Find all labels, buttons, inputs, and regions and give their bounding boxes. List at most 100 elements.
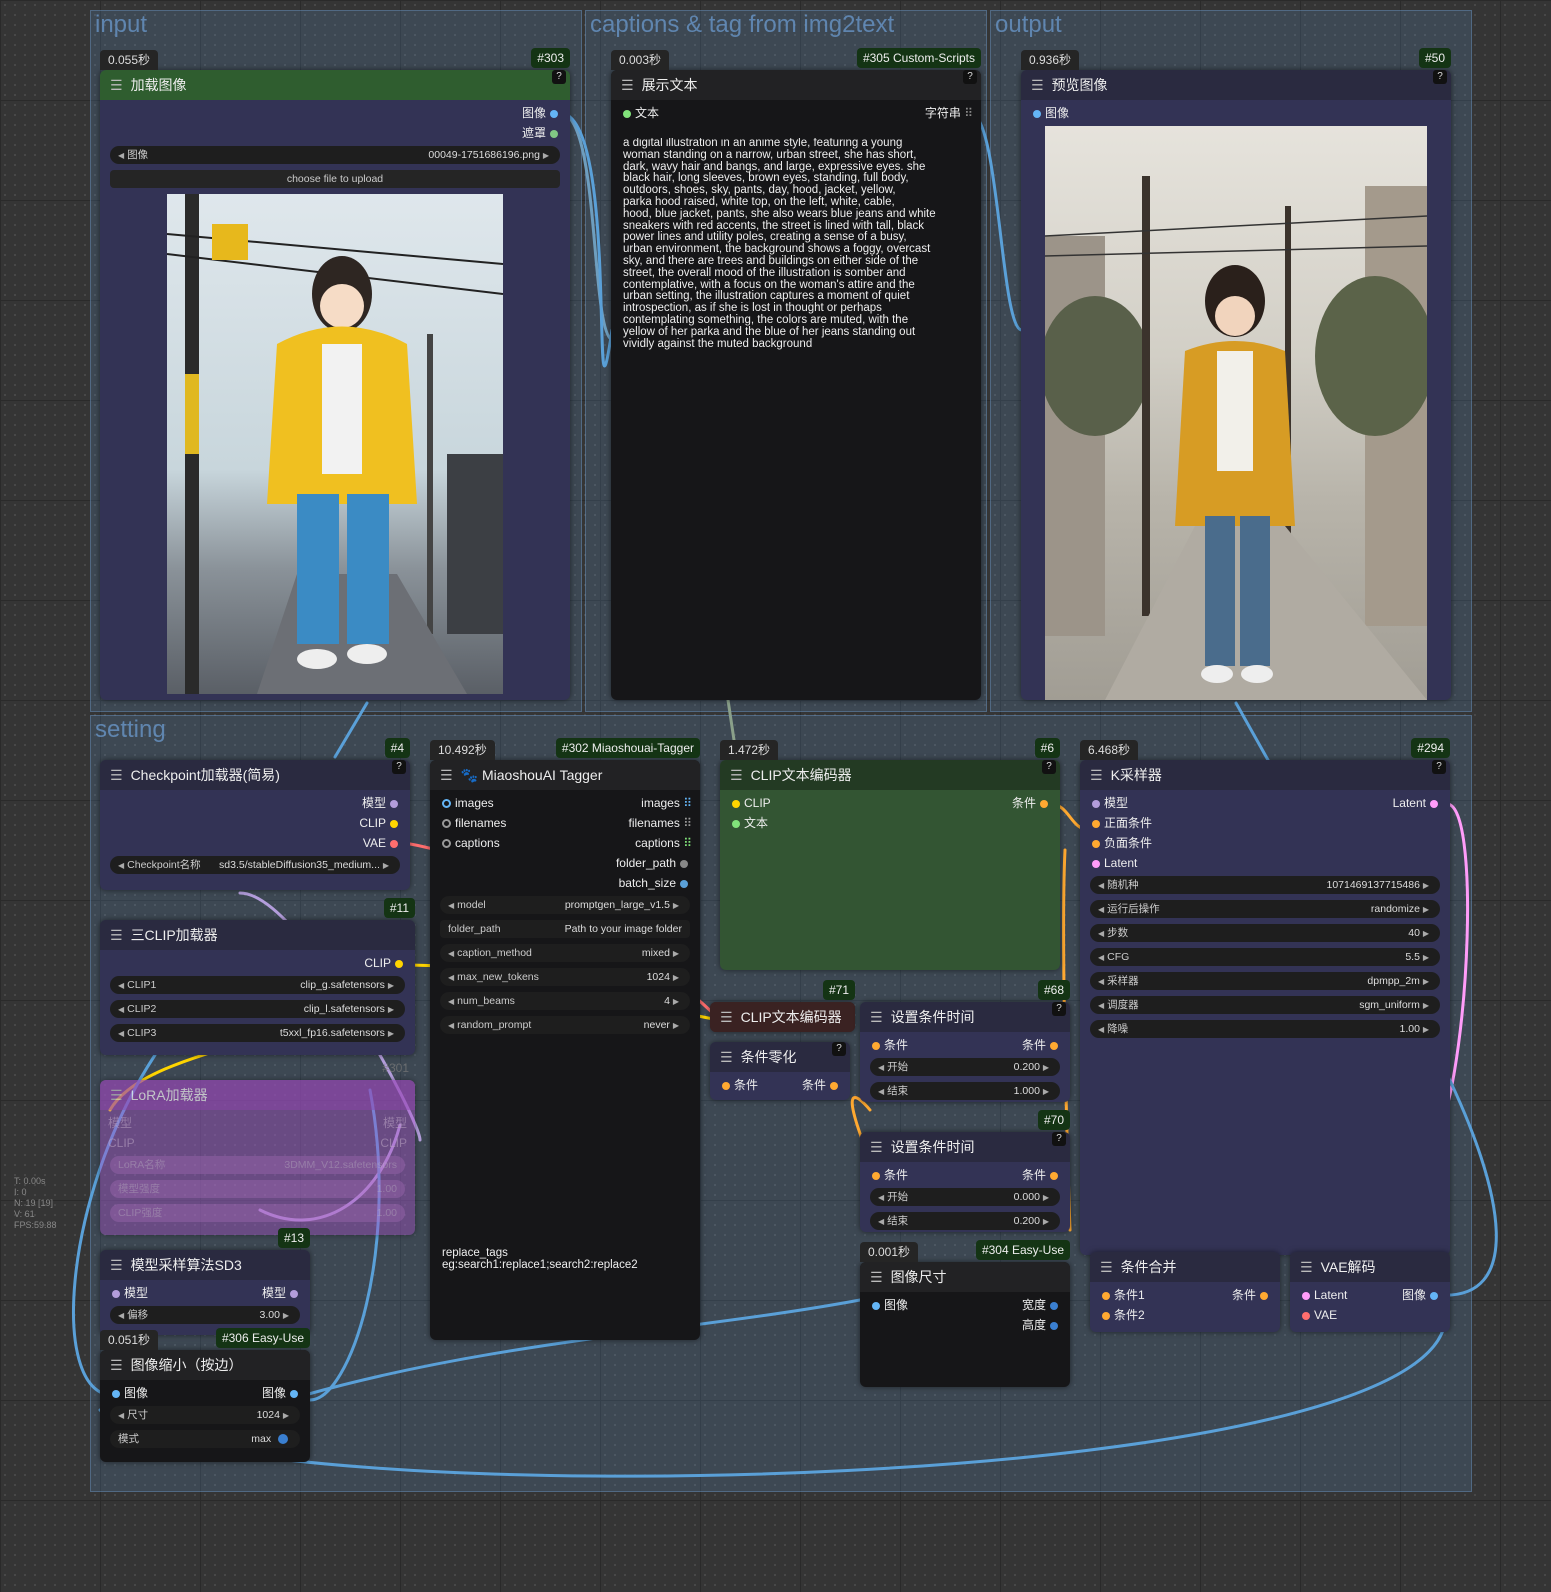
model-select[interactable]: ◀ model promptgen_large_v1.5 ▶ — [440, 896, 690, 914]
cfg-input[interactable]: ◀ CFG 5.5 ▶ — [1090, 948, 1440, 966]
question-icon[interactable]: ? — [1432, 760, 1446, 774]
end-input[interactable]: ◀ 结束 1.000 ▶ — [870, 1082, 1060, 1100]
hamburger-icon[interactable]: ☰ — [621, 77, 634, 94]
input-latent[interactable]: Latent — [1298, 1286, 1347, 1304]
model-strength-input[interactable]: 模型强度 1.00 — [110, 1180, 405, 1198]
input-text[interactable]: 文本 — [619, 104, 659, 122]
clip-text-encode-collapsed-node[interactable]: #71 ☰ CLIP文本编码器 — [710, 980, 855, 1032]
hamburger-icon[interactable]: ☰ — [1300, 1259, 1313, 1276]
hamburger-icon[interactable]: ☰ — [110, 1257, 123, 1274]
hamburger-icon[interactable]: ☰ — [110, 77, 123, 94]
output-width[interactable]: 宽度 — [1022, 1296, 1062, 1314]
input-image[interactable]: 图像 — [108, 1384, 148, 1402]
input-latent[interactable]: Latent — [1088, 854, 1137, 872]
lora-loader-node-bypassed[interactable]: #301 ☰ LoRA加载器 模型 CLIP 模型 CLIP LoRA名称 3DM… — [100, 1061, 415, 1235]
node-header[interactable]: ☰ K采样器 — [1080, 760, 1450, 790]
input-negative[interactable]: 负面条件 — [1088, 834, 1152, 852]
question-icon[interactable]: ? — [552, 70, 566, 84]
steps-input[interactable]: ◀ 步数 40 ▶ — [1090, 924, 1440, 942]
node-header[interactable]: ☰ 图像尺寸 — [860, 1262, 1070, 1292]
conditioning-combine-node[interactable]: ☰ 条件合并 条件1 条件2 条件 — [1090, 1252, 1280, 1332]
hamburger-icon[interactable]: ☰ — [870, 1269, 883, 1286]
replace-tags-input[interactable]: replace_tags eg:search1:replace1;search2… — [442, 1248, 692, 1288]
output-image[interactable]: 图像 — [262, 1384, 302, 1402]
input-captions[interactable]: captions — [438, 834, 500, 852]
input-model[interactable]: 模型 — [108, 1284, 148, 1302]
input-text[interactable]: 文本 — [728, 814, 768, 832]
scheduler-select[interactable]: ◀ 调度器 sgm_uniform ▶ — [1090, 996, 1440, 1014]
node-header[interactable]: ☰ CLIP文本编码器 — [710, 1002, 855, 1032]
question-icon[interactable]: ? — [963, 70, 977, 84]
lora-name-select[interactable]: LoRA名称 3DMM_V12.safetensors — [110, 1156, 405, 1174]
size-input[interactable]: ◀ 尺寸 1024 ▶ — [110, 1406, 300, 1424]
node-header[interactable]: ☰ 预览图像 — [1021, 70, 1451, 100]
vae-decode-node[interactable]: ☰ VAE解码 Latent VAE 图像 — [1290, 1252, 1450, 1332]
output-clip[interactable]: CLIP — [359, 814, 402, 832]
node-header[interactable]: ☰ CLIP文本编码器 — [720, 760, 1060, 790]
input-clip[interactable]: CLIP — [728, 794, 771, 812]
input-clip[interactable]: CLIP — [108, 1134, 135, 1152]
output-image[interactable]: 图像 — [1402, 1286, 1442, 1304]
control-after-generate-select[interactable]: ◀ 运行后操作 randomize ▶ — [1090, 900, 1440, 918]
input-model[interactable]: 模型 — [1088, 794, 1128, 812]
miaoshouai-tagger-node[interactable]: 10.492秒 #302 Miaoshouai-Tagger ☰ 🐾 Miaos… — [430, 738, 700, 1340]
node-header[interactable]: ☰ 设置条件时间 — [860, 1002, 1070, 1032]
random-prompt-select[interactable]: ◀ random_prompt never ▶ — [440, 1016, 690, 1034]
hamburger-icon[interactable]: ☰ — [110, 767, 123, 784]
output-clip[interactable]: CLIP — [380, 1134, 407, 1152]
node-header[interactable]: ☰ Checkpoint加载器(简易) — [100, 760, 410, 790]
output-images[interactable]: images ⠿ — [641, 794, 692, 812]
hamburger-icon[interactable]: ☰ — [720, 1009, 733, 1026]
caption-method-select[interactable]: ◀ caption_method mixed ▶ — [440, 944, 690, 962]
output-vae[interactable]: VAE — [363, 834, 402, 852]
input-conditioning[interactable]: 条件 — [868, 1166, 908, 1184]
node-header[interactable]: ☰ 条件零化 — [710, 1042, 850, 1072]
output-conditioning[interactable]: 条件 — [802, 1076, 842, 1094]
end-input[interactable]: ◀ 结束 0.200 ▶ — [870, 1212, 1060, 1230]
node-header[interactable]: ☰ 展示文本 — [611, 70, 981, 100]
load-image-node[interactable]: 0.055秒 #303 ☰ 加载图像 ? 图像 遮罩 ◀ 图像 00049-175… — [100, 48, 570, 700]
text-display[interactable]: a digital illustration in an anime style… — [623, 138, 973, 698]
node-header[interactable]: ☰ 三CLIP加载器 — [100, 920, 415, 950]
input-conditioning-1[interactable]: 条件1 — [1098, 1286, 1145, 1304]
conditioning-zero-node[interactable]: ☰ 条件零化 ? 条件 条件 — [710, 1042, 850, 1100]
upload-button[interactable]: choose file to upload — [110, 170, 560, 188]
hamburger-icon[interactable]: ☰ — [720, 1049, 733, 1066]
question-icon[interactable]: ? — [832, 1042, 846, 1056]
output-height[interactable]: 高度 — [1022, 1316, 1062, 1334]
output-captions[interactable]: captions ⠿ — [635, 834, 692, 852]
output-image[interactable]: 图像 — [522, 104, 562, 122]
seed-input[interactable]: ◀ 随机种 1071469137715486 ▶ — [1090, 876, 1440, 894]
hamburger-icon[interactable]: ☰ — [1031, 77, 1044, 94]
node-header[interactable]: ☰ 加载图像 — [100, 70, 570, 100]
output-string[interactable]: 字符串 ⠿ — [925, 104, 973, 122]
output-folder-path[interactable]: folder_path — [616, 854, 692, 872]
hamburger-icon[interactable]: ☰ — [440, 767, 453, 784]
output-filenames[interactable]: filenames ⠿ — [629, 814, 693, 832]
denoise-input[interactable]: ◀ 降噪 1.00 ▶ — [1090, 1020, 1440, 1038]
output-mask[interactable]: 遮罩 — [522, 124, 562, 142]
image-select[interactable]: ◀ 图像 00049-1751686196.png ▶ — [110, 146, 560, 164]
question-icon[interactable]: ? — [1433, 70, 1447, 84]
output-clip[interactable]: CLIP — [364, 954, 407, 972]
mode-toggle[interactable]: 模式 max — [110, 1430, 300, 1448]
checkpoint-select[interactable]: ◀ Checkpoint名称 sd3.5/stableDiffusion35_me… — [110, 856, 400, 874]
folder-path-input[interactable]: folder_path Path to your image folder — [440, 920, 690, 938]
node-header[interactable]: ☰ 🐾 MiaoshouAI Tagger — [430, 760, 700, 790]
input-image[interactable]: 图像 — [868, 1296, 908, 1314]
start-input[interactable]: ◀ 开始 0.200 ▶ — [870, 1058, 1060, 1076]
input-conditioning[interactable]: 条件 — [868, 1036, 908, 1054]
image-resize-node[interactable]: 0.051秒 #306 Easy-Use ☰ 图像缩小（按边） 图像 图像 ◀ 尺… — [100, 1328, 310, 1462]
sd3-sampling-node[interactable]: #13 ☰ 模型采样算法SD3 模型 模型 ◀ 偏移 3.00 ▶ — [100, 1228, 310, 1335]
question-icon[interactable]: ? — [1052, 1002, 1066, 1016]
output-latent[interactable]: Latent — [1393, 794, 1442, 812]
hamburger-icon[interactable]: ☰ — [730, 767, 743, 784]
hamburger-icon[interactable]: ☰ — [110, 927, 123, 944]
hamburger-icon[interactable]: ☰ — [870, 1009, 883, 1026]
output-model[interactable]: 模型 — [383, 1114, 407, 1132]
hamburger-icon[interactable]: ☰ — [110, 1357, 123, 1374]
triple-clip-loader-node[interactable]: #11 ☰ 三CLIP加载器 CLIP ◀ CLIP1 clip_g.safete… — [100, 898, 415, 1055]
hamburger-icon[interactable]: ☰ — [110, 1087, 123, 1104]
input-filenames[interactable]: filenames — [438, 814, 506, 832]
node-header[interactable]: ☰ 图像缩小（按边） — [100, 1350, 310, 1380]
